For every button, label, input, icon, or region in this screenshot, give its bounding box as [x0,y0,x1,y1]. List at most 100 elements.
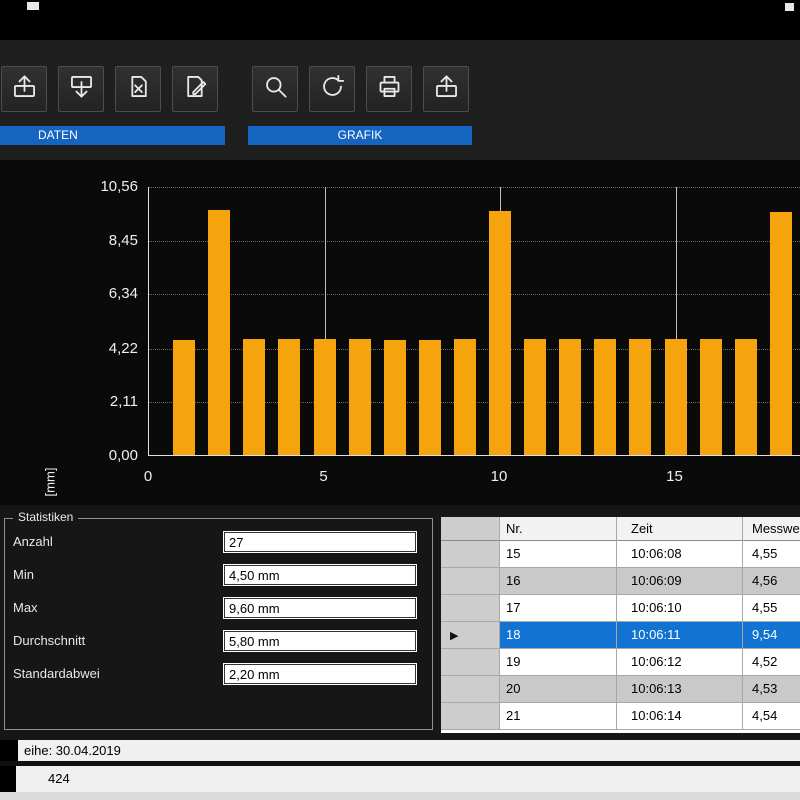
chart-bar[interactable] [349,339,371,455]
chart-bar[interactable] [700,339,722,455]
box-arrow-up-icon [11,73,38,105]
zoom-button[interactable] [252,66,298,112]
row-selector-cell[interactable] [441,676,500,703]
x-axis-tick-label: 0 [128,468,168,485]
table-row[interactable]: 1710:06:104,55 [441,595,800,622]
stat-row: Anzahl [5,531,432,553]
table-header-row: Nr. Zeit Messwe [441,517,800,541]
horizontal-gridline [149,294,800,295]
cell-messwert[interactable]: 9,54 [743,622,800,649]
x-axis-tick-label: 5 [304,468,344,485]
stat-row: Standardabwei [5,663,432,685]
toolbar: DATEN GRAFIK [0,40,800,160]
chart-bar[interactable] [173,340,195,455]
chart-bar[interactable] [594,339,616,455]
table-row[interactable]: 2110:06:144,54 [441,703,800,730]
refresh-button[interactable] [309,66,355,112]
chart-bar[interactable] [559,339,581,455]
chart-bar[interactable] [208,210,230,455]
row-selector-cell[interactable] [441,568,500,595]
selector-column-header[interactable] [441,517,500,541]
statistics-groupbox: Statistiken AnzahlMinMaxDurchschnittStan… [4,518,433,730]
stat-input-max[interactable] [223,597,417,619]
cell-nr[interactable]: 17 [500,595,617,622]
cell-messwert[interactable]: 4,52 [743,649,800,676]
cell-nr[interactable]: 20 [500,676,617,703]
chart-bar[interactable] [735,339,757,455]
stat-label-durchschnitt: Durchschnitt [13,633,85,648]
cell-messwert[interactable]: 4,55 [743,541,800,568]
table-row[interactable]: 2010:06:134,53 [441,676,800,703]
x-axis-tick-label: 15 [655,468,695,485]
table-row[interactable]: 1510:06:084,55 [441,541,800,568]
column-header-zeit[interactable]: Zeit [617,517,743,541]
cell-nr[interactable]: 19 [500,649,617,676]
cell-zeit[interactable]: 10:06:13 [617,676,743,703]
stat-input-anzahl[interactable] [223,531,417,553]
column-header-messwert[interactable]: Messwe [743,517,800,541]
y-axis-tick-label: 6,34 [68,285,138,302]
statistics-title: Statistiken [13,510,78,524]
document-pencil-icon [182,73,209,105]
cell-zeit[interactable]: 10:06:14 [617,703,743,730]
chart-bar[interactable] [454,339,476,455]
recycle-icon [319,73,346,105]
statusbar-icon-fragment [0,766,16,792]
series-date-text: eihe: 30.04.2019 [24,743,121,758]
lower-panels: Statistiken AnzahlMinMaxDurchschnittStan… [0,505,800,740]
save-button[interactable] [58,66,104,112]
row-selector-cell[interactable] [441,703,500,730]
cell-nr[interactable]: 16 [500,568,617,595]
chart-bar[interactable] [384,340,406,455]
chart-bar[interactable] [314,339,336,455]
cell-zeit[interactable]: 10:06:10 [617,595,743,622]
chart-bar[interactable] [665,339,687,455]
statusbar-bottom: 424 [0,766,800,792]
table-row[interactable]: 1610:06:094,56 [441,568,800,595]
stat-row: Durchschnitt [5,630,432,652]
row-selector-cell[interactable] [441,649,500,676]
cell-messwert[interactable]: 4,55 [743,595,800,622]
cell-zeit[interactable]: 10:06:12 [617,649,743,676]
delete-document-button[interactable] [115,66,161,112]
y-axis-tick-label: 2,11 [68,393,138,410]
cell-nr[interactable]: 21 [500,703,617,730]
cell-zeit[interactable]: 10:06:11 [617,622,743,649]
chart-bar[interactable] [278,339,300,455]
cell-nr[interactable]: 18 [500,622,617,649]
chart-bar[interactable] [524,339,546,455]
statusbar-bottom-text: 424 [48,771,70,786]
row-selector-cell[interactable] [441,541,500,568]
titlebar [0,0,800,40]
cell-zeit[interactable]: 10:06:09 [617,568,743,595]
printer-icon [376,73,403,105]
table-row[interactable]: 1910:06:124,52 [441,649,800,676]
row-selector-cell[interactable] [441,595,500,622]
chart-bar[interactable] [629,339,651,455]
cell-zeit[interactable]: 10:06:08 [617,541,743,568]
chart-bar[interactable] [770,212,792,455]
stat-input-min[interactable] [223,564,417,586]
y-axis-unit-label: [mm] [43,468,58,497]
app-window: DATEN GRAFIK [mm] 0,002,114,226,348,4510… [0,0,800,800]
table-row[interactable]: ▶1810:06:119,54 [441,622,800,649]
cell-messwert[interactable]: 4,53 [743,676,800,703]
stat-input-durchschnitt[interactable] [223,630,417,652]
chart-bar[interactable] [243,339,265,455]
bottom-strip [0,792,800,800]
edit-document-button[interactable] [172,66,218,112]
toolbar-group-label-daten: DATEN [0,126,225,145]
cell-nr[interactable]: 15 [500,541,617,568]
column-header-nr[interactable]: Nr. [500,517,617,541]
document-x-icon [125,73,152,105]
cell-messwert[interactable]: 4,54 [743,703,800,730]
stat-input-standardabwei[interactable] [223,663,417,685]
chart-bar[interactable] [489,211,511,455]
cell-messwert[interactable]: 4,56 [743,568,800,595]
row-selector-cell[interactable]: ▶ [441,622,500,649]
chart-bar[interactable] [419,340,441,455]
statusbar-series: eihe: 30.04.2019 [0,740,800,761]
load-button[interactable] [1,66,47,112]
print-button[interactable] [366,66,412,112]
export-button[interactable] [423,66,469,112]
